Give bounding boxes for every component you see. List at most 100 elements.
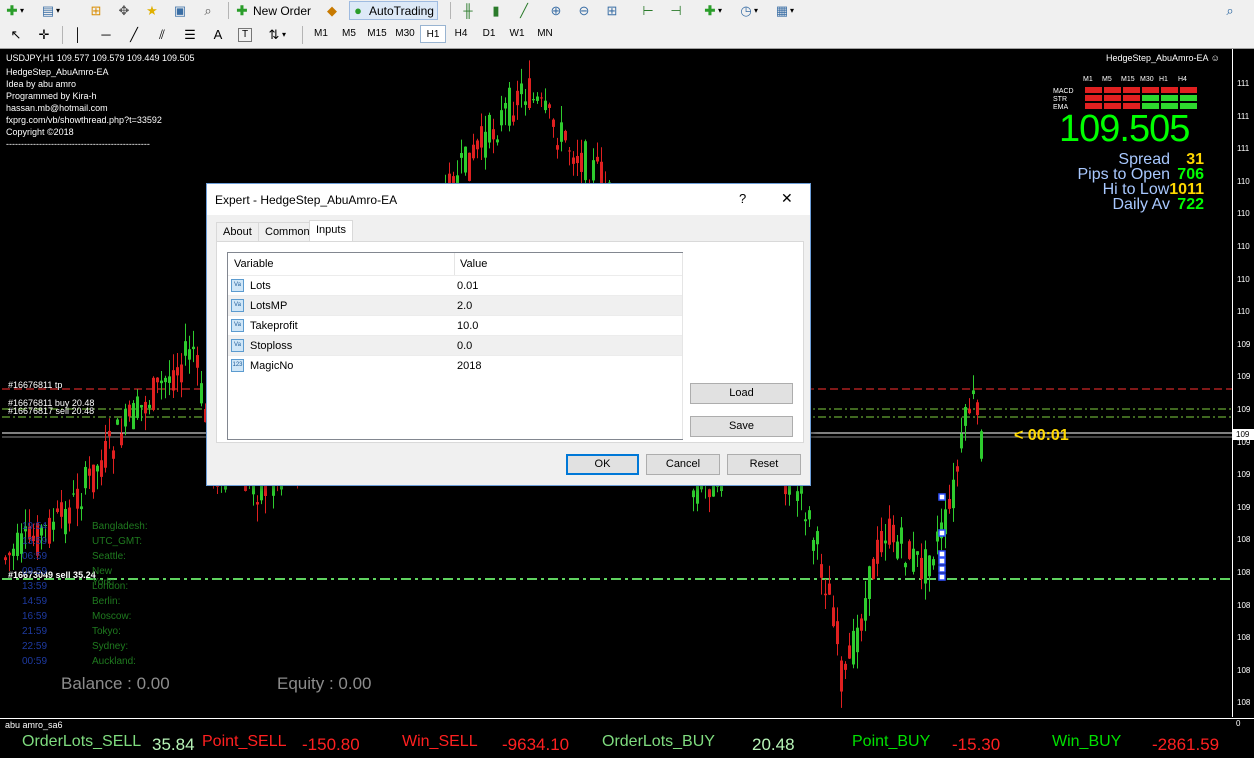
signal-cell bbox=[1123, 87, 1140, 93]
arrows-icon[interactable]: ⇅ ▾ bbox=[266, 26, 286, 43]
timeframe-mn[interactable]: MN bbox=[532, 25, 558, 43]
candle-body bbox=[80, 506, 83, 510]
zoom-in-icon[interactable]: ⊕ bbox=[548, 2, 564, 19]
input-row[interactable]: Va Lots 0.01 bbox=[228, 275, 682, 296]
tp-line-label[interactable]: #16676811 tp bbox=[8, 379, 62, 391]
save-button[interactable]: Save bbox=[690, 416, 793, 437]
ok-button[interactable]: OK bbox=[566, 454, 639, 475]
price-tick: 109 bbox=[1237, 470, 1251, 480]
input-variable-value[interactable]: 2018 bbox=[457, 356, 481, 376]
inputs-grid: Variable Value Va Lots 0.01 Va LotsMP 2.0 Va Ta… bbox=[227, 252, 683, 440]
indicators-icon[interactable]: ✚ ▾ bbox=[702, 2, 722, 19]
input-row[interactable]: Va Takeprofit 10.0 bbox=[228, 315, 682, 336]
input-variable-name: Lots bbox=[250, 280, 271, 292]
autoscroll-icon[interactable]: ⊣ bbox=[668, 2, 684, 19]
reset-button[interactable]: Reset bbox=[727, 454, 801, 475]
candle-body bbox=[548, 104, 551, 108]
text-icon[interactable]: A bbox=[210, 26, 226, 43]
autotrading-button[interactable]: ● AutoTrading bbox=[349, 1, 438, 20]
column-header-variable[interactable]: Variable bbox=[234, 253, 274, 275]
market-watch-icon[interactable]: ⊞ bbox=[88, 2, 104, 19]
new-order-button[interactable]: ✚ New Order bbox=[234, 2, 311, 19]
navigator-icon[interactable]: ✥ bbox=[116, 2, 132, 19]
signal-cell bbox=[1180, 95, 1197, 101]
candle-body bbox=[808, 510, 811, 520]
tab-common[interactable]: Common bbox=[258, 222, 317, 241]
candle-body bbox=[500, 110, 503, 126]
candle-body bbox=[952, 479, 955, 509]
terminal-icon[interactable]: ▣ bbox=[172, 2, 188, 19]
price-tick: 108 bbox=[1237, 698, 1251, 708]
candle-body bbox=[796, 491, 799, 501]
candle-chart-icon[interactable]: ▮ bbox=[488, 2, 504, 19]
close-button[interactable]: ✕ bbox=[781, 190, 793, 207]
candle-body bbox=[960, 433, 963, 449]
dialog-titlebar[interactable]: Expert - HedgeStep_AbuAmro-EA ? ✕ bbox=[207, 184, 810, 215]
indicator-name: abu amro_sa6 bbox=[5, 720, 63, 730]
templates-icon[interactable]: ▦ ▾ bbox=[774, 2, 794, 19]
timeframe-m30[interactable]: M30 bbox=[392, 25, 418, 43]
help-button[interactable]: ? bbox=[739, 191, 746, 206]
horizontal-line-icon[interactable]: ─ bbox=[98, 26, 114, 43]
line-chart-icon[interactable]: ╱ bbox=[516, 2, 532, 19]
candle-body bbox=[520, 83, 523, 95]
metaeditor-icon[interactable]: ◆ bbox=[324, 2, 340, 19]
ea-info-block: HedgeStep_AbuAmro-EA Idea by abu amro Prog… bbox=[6, 66, 162, 150]
trendline-icon[interactable]: ╱ bbox=[126, 26, 142, 43]
timeframe-h1[interactable]: H1 bbox=[420, 25, 446, 43]
tester-icon[interactable]: ⌕ bbox=[200, 2, 216, 19]
timeframe-h4[interactable]: H4 bbox=[448, 25, 474, 43]
indicator-subwindow[interactable]: abu amro_sa6 0 OrderLots_SELL 35.84 Poin… bbox=[0, 718, 1254, 758]
chart-shift-icon[interactable]: ⊢ bbox=[640, 2, 656, 19]
periods-icon[interactable]: ◷ ▾ bbox=[738, 2, 758, 19]
timeframe-m15[interactable]: M15 bbox=[364, 25, 390, 43]
tab-about[interactable]: About bbox=[216, 222, 259, 241]
candle-body bbox=[496, 139, 499, 143]
load-button[interactable]: Load bbox=[690, 383, 793, 404]
favorites-icon[interactable]: ★ bbox=[144, 2, 160, 19]
timeframe-d1[interactable]: D1 bbox=[476, 25, 502, 43]
zoom-out-icon[interactable]: ⊖ bbox=[576, 2, 592, 19]
candle-body bbox=[468, 152, 471, 181]
candle-body bbox=[252, 484, 255, 495]
profiles-icon[interactable]: ▤ ▾ bbox=[40, 2, 60, 19]
trade-arrow-marker bbox=[938, 493, 946, 501]
price-scale[interactable]: 111 111 111 110 110 110 110 110 109 109 109 109 109 1… bbox=[1232, 49, 1254, 717]
column-header-value[interactable]: Value bbox=[460, 253, 487, 275]
candle-body bbox=[136, 396, 139, 418]
input-row[interactable]: Va LotsMP 2.0 bbox=[228, 295, 682, 316]
timeframe-m1[interactable]: M1 bbox=[308, 25, 334, 43]
timeframe-m5[interactable]: M5 bbox=[336, 25, 362, 43]
dialog-title: Expert - HedgeStep_AbuAmro-EA bbox=[215, 193, 398, 207]
channel-icon[interactable]: ⫽ bbox=[154, 26, 170, 43]
price-tick: 108 bbox=[1237, 633, 1251, 643]
input-variable-value[interactable]: 0.01 bbox=[457, 276, 478, 296]
signal-tf-header: H1 bbox=[1159, 76, 1168, 83]
fibonacci-icon[interactable]: ☰ bbox=[182, 26, 198, 43]
candle-body bbox=[176, 367, 179, 376]
price-tick: 109 bbox=[1237, 339, 1251, 349]
vertical-line-icon[interactable]: │ bbox=[70, 26, 86, 43]
cancel-button[interactable]: Cancel bbox=[646, 454, 720, 475]
candle-body bbox=[100, 460, 103, 477]
search-icon[interactable]: ⌕ bbox=[1222, 2, 1238, 19]
text-label-icon[interactable]: T bbox=[238, 26, 252, 43]
input-variable-value[interactable]: 0.0 bbox=[457, 336, 472, 356]
input-row[interactable]: Va Stoploss 0.0 bbox=[228, 335, 682, 356]
input-row[interactable]: 123 MagicNo 2018 bbox=[228, 355, 682, 376]
tab-inputs[interactable]: Inputs bbox=[309, 220, 353, 241]
input-variable-value[interactable]: 10.0 bbox=[457, 316, 478, 336]
price-tick: 108 bbox=[1237, 535, 1251, 545]
integer-variable-icon: 123 bbox=[231, 359, 244, 372]
stat-label: Daily Av bbox=[1112, 196, 1170, 213]
crosshair-icon[interactable]: ✛ bbox=[36, 26, 52, 43]
bar-chart-icon[interactable]: ╫ bbox=[460, 2, 476, 19]
new-chart-icon[interactable]: ✚ ▾ bbox=[4, 2, 24, 19]
timeframe-w1[interactable]: W1 bbox=[504, 25, 530, 43]
tile-windows-icon[interactable]: ⊞ bbox=[604, 2, 620, 19]
candle-body bbox=[72, 493, 75, 495]
sell-line-label[interactable]: #16676817 sell 20.48 bbox=[8, 405, 94, 417]
signal-cell bbox=[1085, 95, 1102, 101]
input-variable-value[interactable]: 2.0 bbox=[457, 296, 472, 316]
cursor-icon[interactable]: ↖ bbox=[8, 26, 24, 43]
